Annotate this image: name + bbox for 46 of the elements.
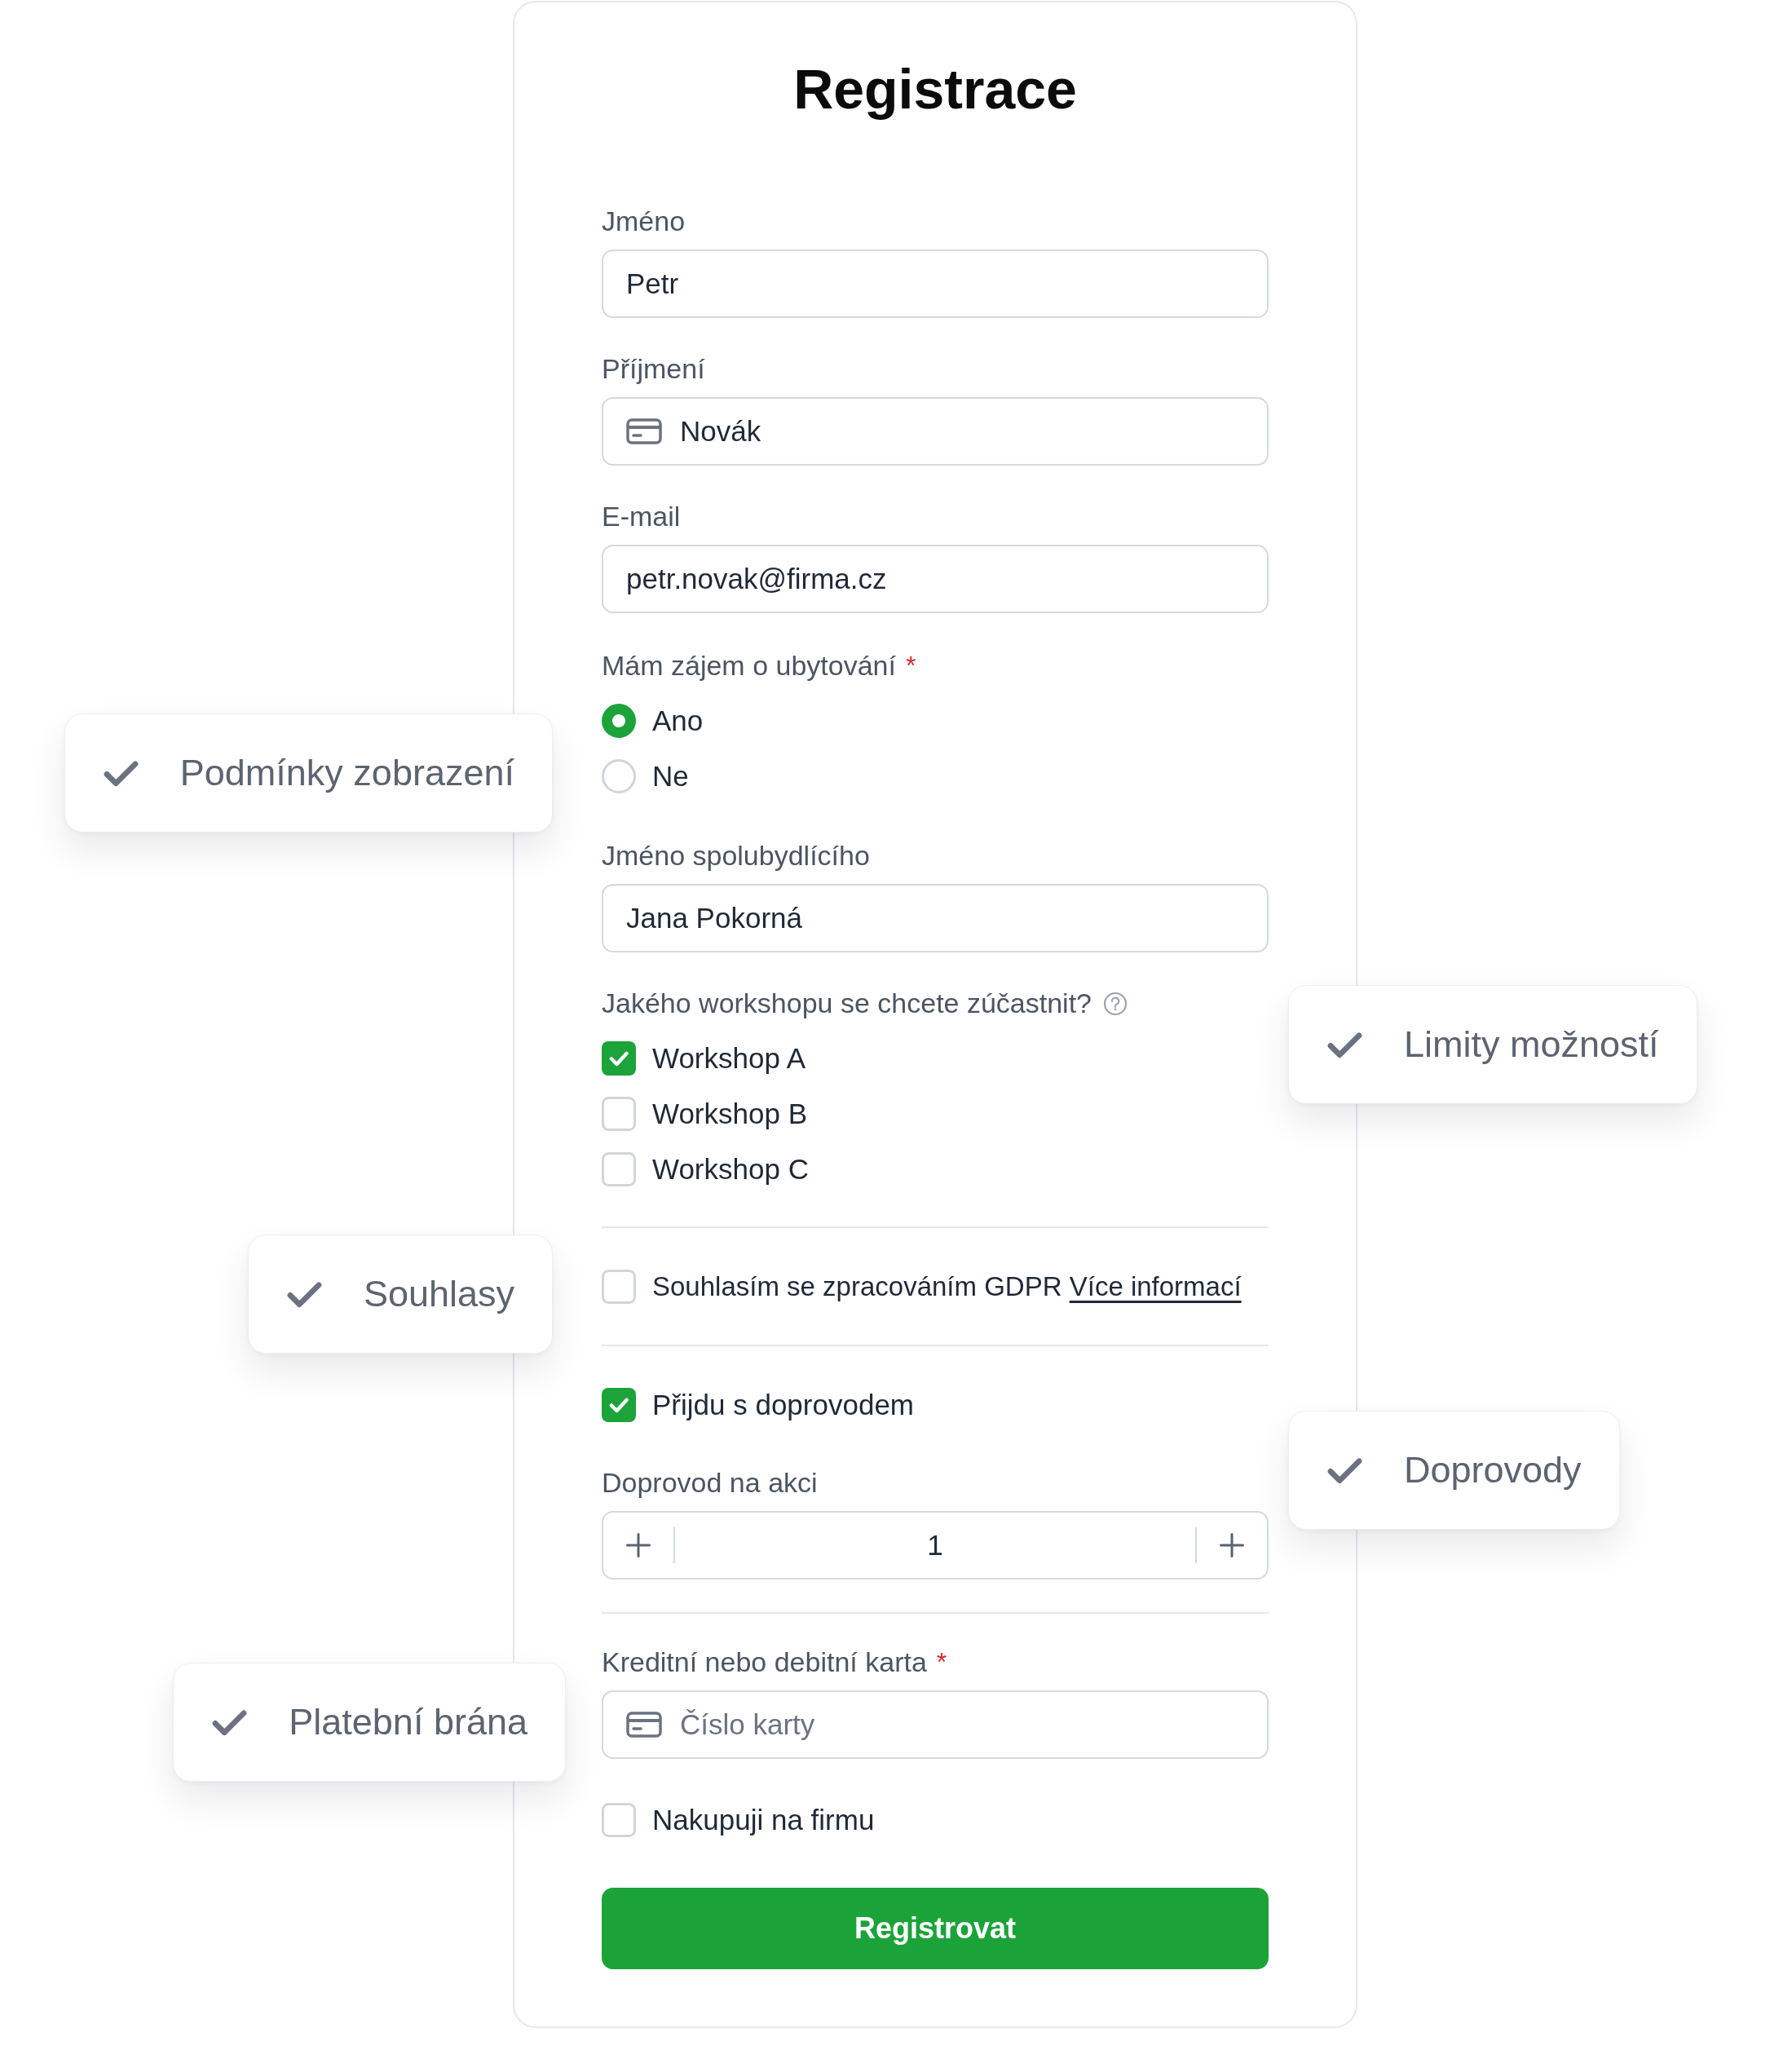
more-info-link[interactable]: Více informací [1069,1271,1242,1301]
check-icon [1326,1030,1363,1059]
checkbox[interactable] [602,1097,636,1131]
callout-label: Platební brána [289,1701,527,1743]
text-input[interactable]: petr.novak@firma.cz [602,545,1269,613]
form-title: Registrace [792,57,1078,121]
checkbox[interactable] [602,1152,636,1186]
checkbox[interactable] [602,1041,636,1076]
option-label: Ano [652,704,704,738]
field-label: E-mail [602,500,681,533]
field-label: Doprovod na akci [602,1466,818,1500]
check-icon [102,758,139,788]
help-icon[interactable] [1103,991,1128,1016]
plus-icon [626,1533,651,1557]
check-icon [1326,1456,1363,1485]
required-mark: * [905,650,916,682]
check-icon [285,1279,323,1309]
checkbox[interactable] [602,1388,636,1422]
callout-label: Doprovody [1404,1449,1582,1491]
callout-label: Limity možností [1404,1023,1659,1066]
option-label: Ne [652,759,689,793]
text-input[interactable]: Jana Pokorná [602,884,1269,952]
checkbox[interactable] [602,1803,636,1837]
text-input[interactable]: Novák [602,397,1269,466]
option-label: Workshop C [652,1152,809,1186]
field-label: Jakého workshopu se chcete zúčastnit? [602,987,1092,1020]
plus-icon [1220,1533,1244,1557]
stepper-value[interactable]: 1 [675,1528,1195,1562]
option-label: Workshop A [652,1041,806,1076]
callout-label: Podmínky zobrazení [179,752,514,794]
field-label: Jméno [602,205,686,238]
consent-text: Souhlasím se zpracováním GDPR Více informací [652,1270,1242,1303]
callout-label: Souhlasy [363,1273,514,1315]
radio-button[interactable] [602,704,636,738]
field-label: Jméno spolubydlícího [602,839,870,873]
checkbox-label: Přijdu s doprovodem [652,1388,914,1422]
checkbox-label: Nakupuji na firmu [652,1803,875,1837]
option-label: Workshop B [652,1097,807,1131]
text-input[interactable]: Petr [602,250,1269,318]
checkbox[interactable] [602,1270,636,1304]
text-input[interactable]: Číslo karty [602,1690,1269,1759]
field-label: Kreditní nebo debitní karta [602,1646,927,1679]
field-label: Mám zájem o ubytování [602,649,896,683]
required-mark: * [936,1646,947,1678]
check-icon [211,1708,249,1737]
field-label: Příjmení [602,352,705,386]
